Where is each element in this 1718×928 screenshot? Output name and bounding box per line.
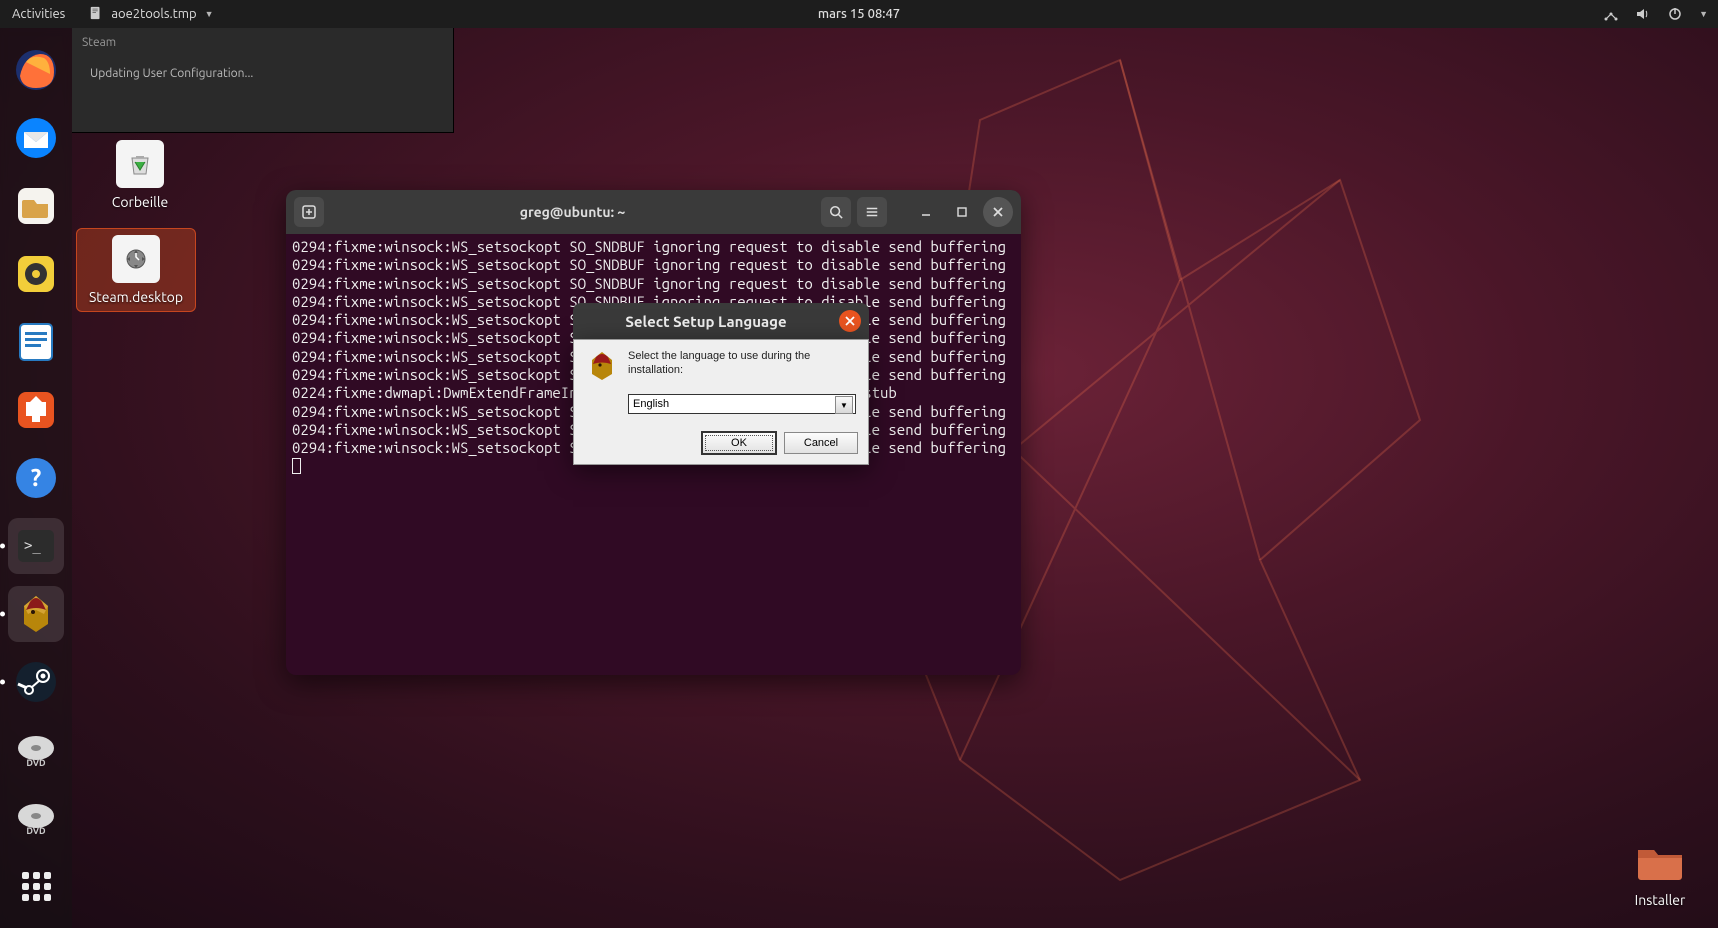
dock-dvd2[interactable]: DVD: [8, 790, 64, 846]
dock-software[interactable]: [8, 382, 64, 438]
volume-icon[interactable]: [1635, 6, 1651, 22]
search-button[interactable]: [821, 197, 851, 227]
svg-text:?: ?: [31, 464, 42, 491]
desktop-file-icon: [112, 235, 160, 283]
desktop-trash[interactable]: Corbeille: [80, 140, 200, 210]
desktop-steam-label: Steam.desktop: [81, 289, 191, 305]
language-select[interactable]: English: [628, 394, 856, 414]
minimize-button[interactable]: [911, 197, 941, 227]
new-tab-button[interactable]: [294, 197, 324, 227]
dock-files[interactable]: [8, 178, 64, 234]
dialog-close-button[interactable]: [839, 310, 861, 332]
hamburger-menu-button[interactable]: [857, 197, 887, 227]
dock-terminal[interactable]: >_: [8, 518, 64, 574]
app-menu-label: aoe2tools.tmp: [111, 7, 196, 21]
close-button[interactable]: [983, 197, 1013, 227]
spartan-icon: [586, 350, 618, 382]
dock-thunderbird[interactable]: [8, 110, 64, 166]
show-applications[interactable]: [8, 858, 64, 914]
dock-spartan[interactable]: [8, 586, 64, 642]
app-menu[interactable]: aoe2tools.tmp ▼: [89, 6, 213, 23]
desktop-installer-label: Installer: [1620, 892, 1700, 908]
network-icon[interactable]: [1603, 6, 1619, 22]
cancel-button[interactable]: Cancel: [784, 432, 858, 454]
ok-button[interactable]: OK: [702, 432, 776, 454]
top-bar: Activities aoe2tools.tmp ▼ mars 15 08:47…: [0, 0, 1718, 28]
system-menu-chevron-icon[interactable]: ▼: [1699, 9, 1708, 19]
terminal-title: greg@ubuntu: ~: [330, 204, 815, 220]
steam-update-popup: Steam Updating User Configuration...: [72, 28, 454, 133]
dock-firefox[interactable]: [8, 42, 64, 98]
language-dialog-titlebar[interactable]: Select Setup Language: [573, 303, 869, 339]
steam-popup-message: Updating User Configuration...: [82, 67, 443, 80]
desktop-steam-shortcut[interactable]: Steam.desktop: [76, 228, 196, 312]
svg-text:DVD: DVD: [26, 826, 46, 836]
clock[interactable]: mars 15 08:47: [818, 7, 900, 21]
dock: ? >_ DVD DVD: [0, 28, 72, 928]
dock-libreoffice-writer[interactable]: [8, 314, 64, 370]
steam-popup-title: Steam: [82, 36, 443, 49]
svg-text:>_: >_: [24, 538, 41, 554]
language-prompt: Select the language to use during the in…: [628, 350, 856, 378]
dock-dvd1[interactable]: DVD: [8, 722, 64, 778]
svg-text:DVD: DVD: [26, 758, 46, 768]
activities-button[interactable]: Activities: [12, 7, 65, 21]
dock-steam[interactable]: [8, 654, 64, 710]
folder-icon: [1636, 838, 1684, 886]
language-dialog: Select the language to use during the in…: [573, 339, 869, 465]
text-editor-icon: [89, 6, 103, 23]
language-selected-value: English: [633, 398, 669, 410]
dock-help[interactable]: ?: [8, 450, 64, 506]
chevron-down-icon: ▼: [205, 9, 214, 19]
language-dialog-title: Select Setup Language: [573, 313, 839, 330]
dock-rhythmbox[interactable]: [8, 246, 64, 302]
maximize-button[interactable]: [947, 197, 977, 227]
terminal-header[interactable]: greg@ubuntu: ~: [286, 190, 1021, 234]
desktop-trash-label: Corbeille: [80, 194, 200, 210]
trash-icon: [116, 140, 164, 188]
power-icon[interactable]: [1667, 6, 1683, 22]
desktop-installer[interactable]: Installer: [1620, 838, 1700, 908]
